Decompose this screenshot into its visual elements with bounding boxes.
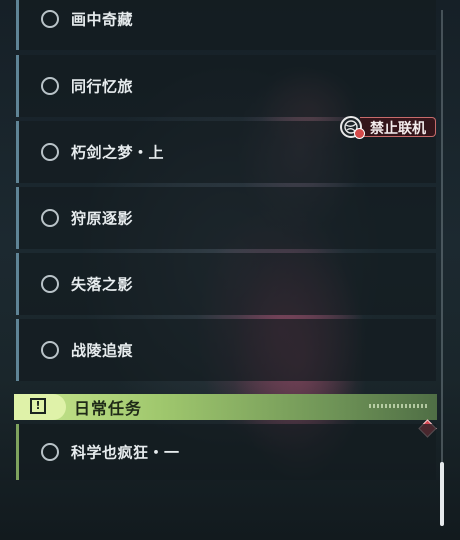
quest-status-ring-icon	[41, 143, 59, 161]
quest-row-1[interactable]: 同行忆旅	[16, 55, 436, 117]
daily-quest-row-0[interactable]: 科学也疯狂・一	[16, 424, 436, 480]
multiplayer-disabled-tag: 禁止联机	[338, 114, 438, 140]
multiplayer-tag-label: 禁止联机	[370, 121, 426, 137]
quest-label: 科学也疯狂・一	[71, 443, 180, 462]
quest-status-ring-icon	[41, 341, 59, 359]
scrollbar-track[interactable]	[441, 10, 443, 526]
quest-status-ring-icon	[41, 209, 59, 227]
section-title: 日常任务	[74, 399, 143, 418]
exclamation-icon: !	[30, 398, 46, 414]
quest-status-ring-icon	[41, 10, 59, 28]
quest-label: 战陵追痕	[71, 341, 134, 360]
quest-label: 同行忆旅	[71, 77, 134, 96]
quest-row-0[interactable]: 画中奇藏	[16, 0, 436, 50]
quest-row-5[interactable]: 战陵追痕	[16, 319, 436, 381]
section-badge: !	[14, 394, 66, 420]
header-decoration	[369, 404, 429, 408]
no-coop-icon	[354, 128, 365, 139]
quest-label: 朽剑之梦・上	[71, 143, 165, 162]
quest-row-3[interactable]: 狩原逐影	[16, 187, 436, 249]
quest-status-ring-icon	[41, 443, 59, 461]
quest-status-ring-icon	[41, 275, 59, 293]
quest-label: 狩原逐影	[71, 209, 134, 228]
quest-status-ring-icon	[41, 77, 59, 95]
quest-row-4[interactable]: 失落之影	[16, 253, 436, 315]
scrollbar-thumb[interactable]	[440, 462, 444, 526]
quest-label: 画中奇藏	[71, 10, 134, 29]
quest-label: 失落之影	[71, 275, 134, 294]
daily-quests-section-header[interactable]: ! 日常任务	[14, 394, 437, 420]
